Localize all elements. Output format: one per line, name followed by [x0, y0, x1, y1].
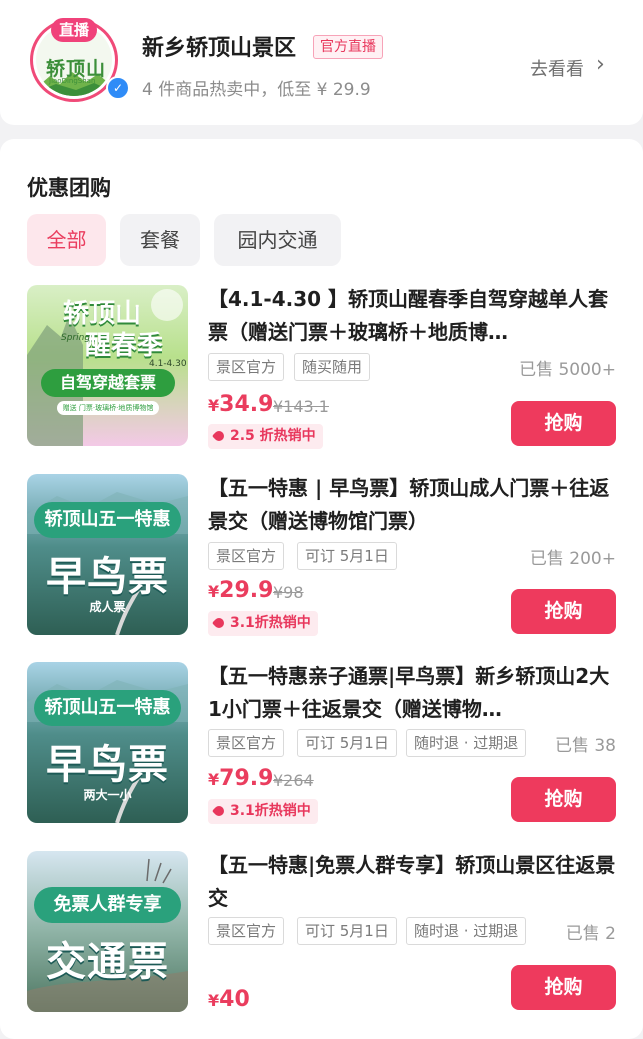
discount-badge: 3.1折热销中: [208, 799, 318, 824]
thumb-small-text: 成人票: [89, 600, 126, 614]
shop-subtitle: 4 件商品热卖中，低至 ¥ 29.9: [142, 80, 371, 100]
price: ¥79.9: [208, 766, 274, 791]
tag-refund: 随时退 · 过期退: [406, 917, 527, 945]
tag-bookable: 可订 5月1日: [297, 917, 397, 945]
thumb-banner: 自驾穿越套票: [41, 369, 175, 397]
thumb-spring: Spring: [61, 333, 91, 343]
thumb-title-2: 醒春季: [85, 331, 164, 361]
tag-bookable: 可订 5月1日: [297, 542, 397, 570]
tag-official: 景区官方: [208, 353, 285, 381]
tag-official: 景区官方: [208, 729, 285, 757]
price-tag-icon: [211, 615, 227, 631]
go-watch-link[interactable]: 去看看: [530, 55, 584, 81]
tag-refund: 随时退 · 过期退: [406, 729, 527, 757]
tag-bookable: 可订 5月1日: [297, 729, 397, 757]
sold-count: 已售 200+: [529, 549, 616, 569]
sold-count: 已售 2: [565, 924, 616, 944]
logo-sub: JiaoDingShan: [49, 77, 96, 85]
sold-count: 已售 38: [554, 736, 616, 756]
buy-button[interactable]: 抢购: [511, 589, 616, 634]
product-title[interactable]: 【五一特惠|免票人群专享】轿顶山景区往返景交: [208, 849, 623, 915]
buy-button[interactable]: 抢购: [511, 401, 616, 446]
thumb-big-text: 早鸟票: [46, 742, 169, 788]
tag-use: 随买随用: [294, 353, 371, 381]
thumb-date: 4.1-4.30: [149, 359, 187, 369]
thumb-small-text: 两大一小: [83, 788, 132, 802]
buy-button[interactable]: 抢购: [511, 777, 616, 822]
product-title[interactable]: 【五一特惠亲子通票|早鸟票】新乡轿顶山2大1小门票＋往返景交（赠送博物…: [208, 660, 623, 726]
original-price: ¥143.1: [273, 397, 329, 416]
original-price: ¥264: [273, 771, 314, 790]
live-badge: 直播: [51, 18, 97, 42]
price-tag-icon: [211, 803, 227, 819]
official-live-tag: 官方直播: [313, 35, 383, 59]
discount-badge: 3.1折热销中: [208, 611, 318, 636]
list-item[interactable]: 轿顶山五一特惠 早鸟票 成人票 【五一特惠 | 早鸟票】轿顶山成人门票＋往返景交…: [0, 474, 643, 654]
original-price: ¥98: [273, 583, 304, 602]
product-thumbnail[interactable]: 轿顶山 醒春季 Spring 4.1-4.30 自驾穿越套票 赠送 门票·玻璃桥…: [27, 285, 188, 446]
product-thumbnail[interactable]: 免票人群专享 交通票: [27, 851, 188, 1012]
price: ¥40: [208, 987, 250, 1012]
tag-official: 景区官方: [208, 917, 285, 945]
tab-package[interactable]: 套餐: [120, 214, 200, 266]
section-title: 优惠团购: [27, 176, 111, 200]
thumb-badge: 轿顶山五一特惠: [34, 502, 181, 538]
product-thumbnail[interactable]: 轿顶山五一特惠 早鸟票 成人票: [27, 474, 188, 635]
list-item[interactable]: 轿顶山五一特惠 早鸟票 两大一小 【五一特惠亲子通票|早鸟票】新乡轿顶山2大1小…: [0, 662, 643, 842]
thumb-big-text: 早鸟票: [46, 554, 169, 600]
shop-avatar[interactable]: 轿顶山 JiaoDingShan 直播 ✓: [30, 18, 130, 102]
tag-official: 景区官方: [208, 542, 285, 570]
sold-count: 已售 5000+: [519, 360, 616, 380]
product-title[interactable]: 【4.1-4.30 】轿顶山醒春季自驾穿越单人套票（赠送门票＋玻璃桥＋地质博…: [208, 283, 623, 349]
shop-name: 新乡轿顶山景区: [142, 36, 297, 61]
thumb-badge: 轿顶山五一特惠: [34, 690, 181, 726]
tab-park-transport[interactable]: 园内交通: [214, 214, 341, 266]
price-tag-icon: [211, 428, 227, 444]
chevron-right-icon[interactable]: ›: [596, 52, 605, 77]
live-shop-card[interactable]: 轿顶山 JiaoDingShan 直播 ✓ 新乡轿顶山景区 官方直播 4 件商品…: [0, 0, 643, 125]
thumb-strip: 赠送 门票·玻璃桥·地质博物馆: [57, 401, 159, 415]
verified-icon: ✓: [106, 76, 130, 100]
thumb-big-text: 交通票: [46, 939, 169, 985]
product-title[interactable]: 【五一特惠 | 早鸟票】轿顶山成人门票＋往返景交（赠送博物馆门票）: [208, 472, 623, 538]
group-deals-card: 优惠团购 全部 套餐 园内交通 轿顶山 醒春季 Spring 4.1-4.30 …: [0, 139, 643, 1039]
list-item[interactable]: 免票人群专享 交通票 【五一特惠|免票人群专享】轿顶山景区往返景交 景区官方 可…: [0, 851, 643, 1031]
buy-button[interactable]: 抢购: [511, 965, 616, 1010]
thumb-badge: 免票人群专享: [34, 887, 181, 923]
discount-badge: 2.5 折热销中: [208, 424, 323, 449]
price: ¥34.9: [208, 392, 274, 417]
price: ¥29.9: [208, 578, 274, 603]
list-item[interactable]: 轿顶山 醒春季 Spring 4.1-4.30 自驾穿越套票 赠送 门票·玻璃桥…: [0, 285, 643, 465]
product-thumbnail[interactable]: 轿顶山五一特惠 早鸟票 两大一小: [27, 662, 188, 823]
tab-all[interactable]: 全部: [27, 214, 106, 266]
